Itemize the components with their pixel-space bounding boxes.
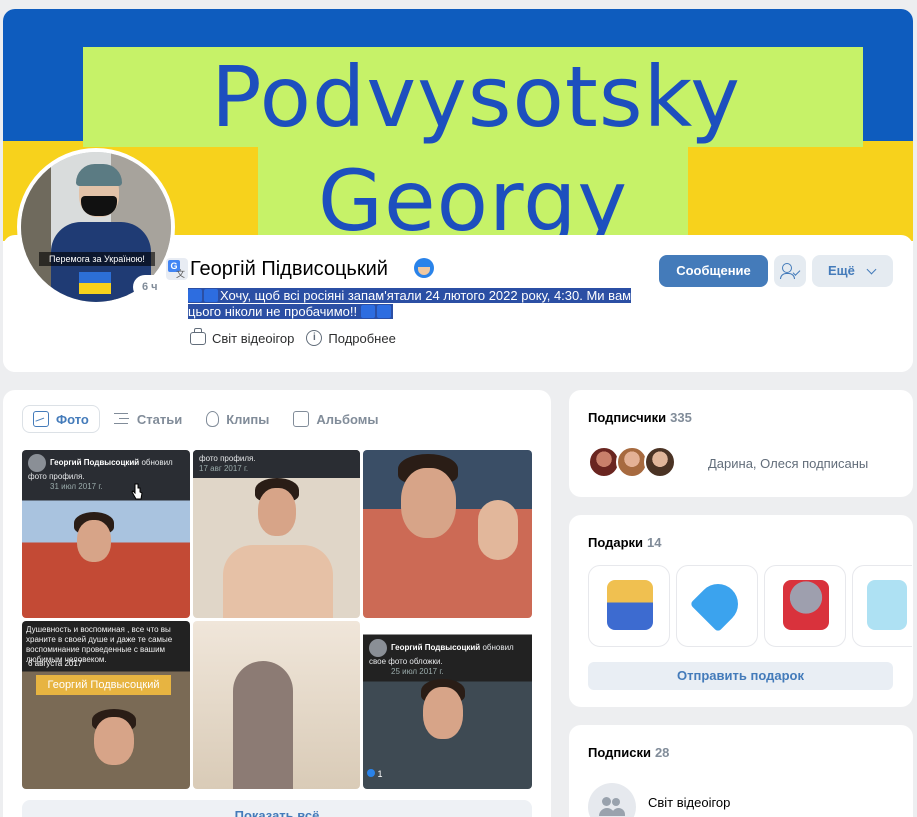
more-actions-button[interactable]: Ещё bbox=[812, 255, 893, 287]
subscribers-text: Дарина, Олеся подписаны bbox=[708, 456, 869, 471]
tab-photos[interactable]: Фото bbox=[22, 405, 100, 433]
status-text: Хочу, щоб всі росіяні запам'ятали 24 лют… bbox=[188, 288, 632, 319]
more-info-label: Подробнее bbox=[328, 330, 396, 346]
post-author: Георгий Подвысоцкий bbox=[50, 458, 140, 468]
profile-meta-row: Світ відеоігор i Подробнее bbox=[190, 327, 396, 346]
photo-tile[interactable]: Душевность и воспоминая , все что вы хра… bbox=[22, 621, 190, 789]
photo-tile[interactable] bbox=[193, 621, 360, 789]
more-actions-label: Ещё bbox=[828, 263, 855, 278]
briefcase-icon bbox=[190, 327, 206, 345]
like-count: 1 bbox=[377, 769, 383, 779]
tab-clips[interactable]: Клипы bbox=[196, 405, 279, 433]
gifts-title[interactable]: Подарки 14 bbox=[588, 535, 662, 550]
avatar-emoji-icon bbox=[414, 258, 434, 278]
photo-tile[interactable]: Георгий Подвысоцкий обновил свое фото об… bbox=[363, 621, 532, 789]
gifts-count: 14 bbox=[647, 535, 662, 550]
gift-item[interactable] bbox=[588, 565, 670, 647]
photo-tile[interactable]: Георгий Подвысоцкий обновил фото профиля… bbox=[22, 450, 190, 618]
tab-photos-label: Фото bbox=[56, 411, 89, 427]
avatar bbox=[644, 446, 676, 478]
profile-status: Хочу, щоб всі росіяні запам'ятали 24 лют… bbox=[188, 288, 636, 320]
tab-albums[interactable]: Альбомы bbox=[283, 405, 388, 433]
albums-icon bbox=[293, 411, 310, 427]
following-item[interactable]: Світ відеоігор bbox=[588, 783, 730, 817]
send-gift-button[interactable]: Отправить подарок bbox=[588, 662, 893, 690]
info-icon: i bbox=[306, 330, 323, 346]
tab-articles[interactable]: Статьи bbox=[104, 405, 192, 433]
post-author: Георгий Подвысоцкий bbox=[391, 643, 481, 653]
media-tabs: Фото Статьи Клипы Альбомы bbox=[22, 405, 389, 433]
clips-icon bbox=[206, 411, 220, 427]
page: Podvysotsky Georgy Перемога за Україною!… bbox=[0, 0, 917, 817]
following-item-name: Світ відеоігор bbox=[648, 794, 731, 810]
last-seen-badge: 6 ч bbox=[135, 277, 165, 297]
tab-albums-label: Альбомы bbox=[316, 411, 379, 427]
show-all-button[interactable]: Показать всё bbox=[22, 800, 532, 817]
tab-articles-label: Статьи bbox=[136, 411, 183, 427]
articles-icon bbox=[113, 411, 130, 427]
flag-emoji-icon bbox=[360, 305, 375, 318]
gift-item[interactable] bbox=[852, 565, 912, 647]
chevron-down-icon bbox=[866, 264, 877, 275]
flag-emoji-icon bbox=[188, 289, 202, 302]
subscriber-avatars bbox=[588, 446, 676, 478]
gifts-card: Подарки 14 Отправить подарок bbox=[569, 515, 913, 707]
tab-clips-label: Клипы bbox=[226, 411, 270, 427]
photo-tile[interactable]: фото профиля. 17 авг 2017 г. bbox=[193, 450, 360, 618]
following-count: 28 bbox=[654, 745, 670, 760]
subscribers-card[interactable]: Подписчики 335 Дарина, Олеся подписаны bbox=[569, 390, 913, 497]
more-info-link[interactable]: i Подробнее bbox=[306, 330, 396, 346]
friend-status-button[interactable] bbox=[774, 255, 806, 287]
like-icon bbox=[367, 769, 375, 777]
subscribers-count: 335 bbox=[670, 410, 692, 425]
mouse-cursor-icon bbox=[131, 483, 143, 500]
flag-emoji-icon bbox=[376, 305, 391, 318]
translate-icon[interactable] bbox=[166, 258, 188, 280]
post-date: 31 июл 2017 г. bbox=[50, 482, 103, 491]
subscribers-title: Подписчики 335 bbox=[588, 410, 692, 425]
media-card: Фото Статьи Клипы Альбомы Георгий Подвыс… bbox=[3, 390, 551, 817]
post-avatar bbox=[28, 454, 46, 472]
gift-item[interactable] bbox=[676, 565, 758, 647]
profile-name: Георгій Підвисоцький bbox=[190, 258, 388, 280]
group-icon bbox=[588, 783, 636, 817]
avatar-caption: Перемога за Україною! bbox=[39, 252, 155, 266]
photo-icon bbox=[33, 411, 49, 427]
post-action: фото профиля. bbox=[199, 454, 256, 463]
gifts-row bbox=[588, 565, 912, 647]
post-avatar bbox=[369, 639, 387, 657]
gift-item[interactable] bbox=[764, 565, 846, 647]
following-card: Подписки 28 Світ відеоігор bbox=[569, 725, 913, 817]
post-date: 6 августа 2017 bbox=[28, 659, 83, 668]
following-title[interactable]: Подписки 28 bbox=[588, 745, 669, 760]
message-button[interactable]: Сообщение bbox=[659, 255, 768, 287]
workplace-label: Світ відеоігор bbox=[212, 330, 295, 346]
post-date: 25 июл 2017 г. bbox=[391, 667, 444, 676]
photo-tile[interactable] bbox=[363, 450, 532, 618]
person-check-icon bbox=[782, 263, 792, 273]
workplace-link[interactable]: Світ відеоігор bbox=[190, 327, 295, 346]
post-date: 17 авг 2017 г. bbox=[199, 464, 249, 473]
flag-emoji-icon bbox=[204, 289, 218, 302]
post-banner: Георгий Подвысоцкий bbox=[36, 675, 171, 695]
ukraine-flag-icon bbox=[79, 272, 111, 294]
cover-text-line1: Podvysotsky bbox=[210, 48, 741, 146]
photo-grid: Георгий Подвысоцкий обновил фото профиля… bbox=[22, 450, 532, 789]
cover-text-line2: Georgy bbox=[317, 152, 629, 241]
